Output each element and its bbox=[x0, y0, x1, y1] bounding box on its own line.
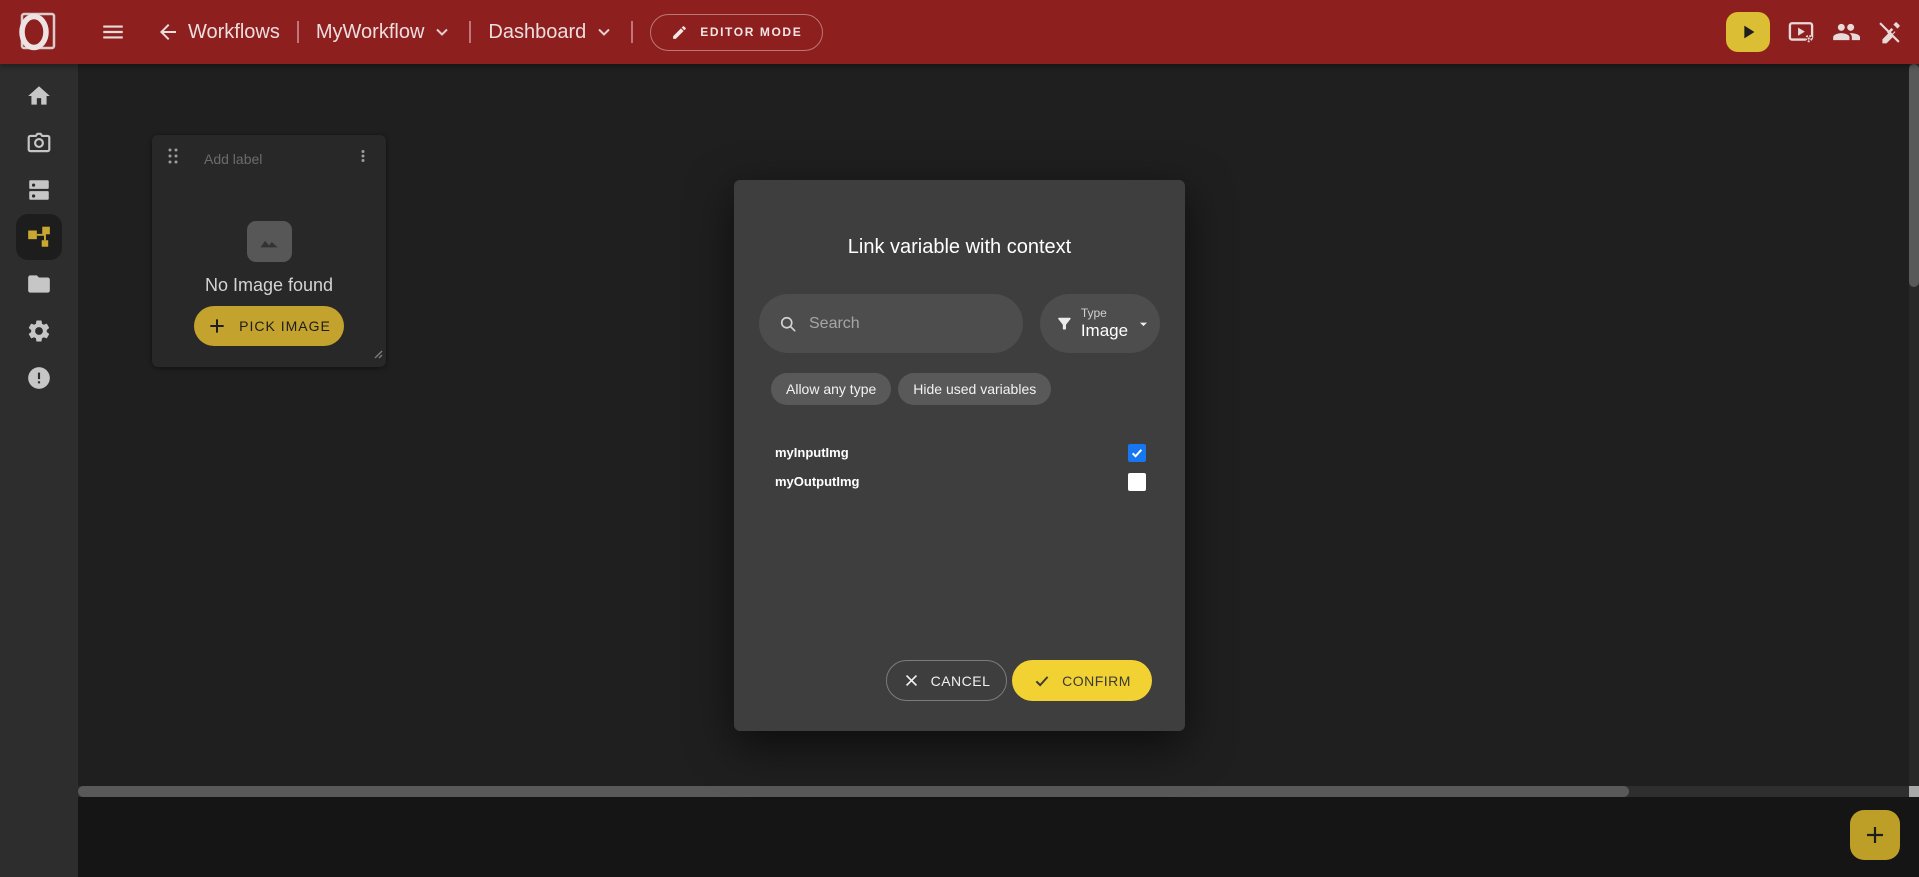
chip-allow-any-type[interactable]: Allow any type bbox=[771, 373, 891, 405]
sidebar-item-camera[interactable] bbox=[0, 119, 78, 166]
check-icon bbox=[1033, 672, 1051, 690]
sidebar-item-list[interactable] bbox=[0, 166, 78, 213]
widget-card-header: Add label bbox=[152, 135, 386, 170]
resize-handle[interactable] bbox=[371, 346, 383, 364]
type-filter-value: Image bbox=[1081, 321, 1128, 341]
chevron-down-icon bbox=[432, 22, 452, 42]
sidebar-item-errors[interactable] bbox=[0, 354, 78, 401]
users-icon bbox=[1832, 18, 1860, 46]
bottom-panel bbox=[78, 797, 1919, 877]
vertical-scrollbar-thumb[interactable] bbox=[1909, 64, 1919, 287]
search-input[interactable] bbox=[809, 315, 999, 333]
home-icon bbox=[26, 83, 52, 109]
workflow-name-dropdown[interactable]: MyWorkflow bbox=[316, 21, 453, 44]
cancel-label: CANCEL bbox=[931, 673, 991, 689]
back-arrow-icon bbox=[156, 20, 180, 44]
variable-row[interactable]: myOutputImg bbox=[775, 467, 1146, 496]
check-icon bbox=[1130, 446, 1144, 460]
link-variable-modal: Link variable with context Type Image bbox=[734, 180, 1185, 731]
variable-list: myInputImg myOutputImg bbox=[775, 438, 1146, 496]
confirm-button[interactable]: CONFIRM bbox=[1012, 660, 1152, 701]
kebab-menu-icon[interactable] bbox=[354, 147, 372, 170]
video-settings-icon bbox=[1787, 18, 1815, 46]
settings-gear-icon bbox=[26, 318, 52, 344]
type-filter-label: Type bbox=[1081, 306, 1128, 320]
cancel-button[interactable]: CANCEL bbox=[886, 660, 1007, 701]
filter-chips: Allow any type Hide used variables bbox=[771, 373, 1051, 405]
editor-mode-button[interactable]: EDITOR MODE bbox=[650, 14, 823, 51]
no-image-text: No Image found bbox=[205, 275, 333, 296]
drag-handle-icon[interactable] bbox=[164, 147, 182, 170]
modal-filter-row: Type Image bbox=[759, 294, 1160, 353]
back-nav[interactable]: Workflows bbox=[156, 20, 280, 44]
app-window: Workflows MyWorkflow Dashboard bbox=[0, 0, 1919, 877]
pick-image-label: PICK IMAGE bbox=[239, 318, 331, 334]
image-widget-card: Add label No Image found PICK IMAGE bbox=[152, 135, 386, 367]
edit-off-icon bbox=[1877, 19, 1903, 45]
image-placeholder-icon bbox=[247, 221, 292, 262]
horizontal-scrollbar bbox=[78, 786, 1919, 797]
dashboard-dropdown[interactable]: Dashboard bbox=[488, 21, 614, 44]
play-icon bbox=[1737, 21, 1759, 43]
close-icon bbox=[903, 672, 920, 689]
widget-empty-state: No Image found PICK IMAGE bbox=[152, 221, 386, 346]
confirm-label: CONFIRM bbox=[1062, 673, 1131, 689]
app-logo-icon bbox=[12, 9, 56, 55]
nav-divider bbox=[297, 21, 299, 43]
error-icon bbox=[26, 365, 52, 391]
edit-off-button[interactable] bbox=[1877, 19, 1903, 45]
left-sidebar bbox=[0, 64, 78, 877]
camera-icon bbox=[26, 130, 52, 156]
variable-checkbox[interactable] bbox=[1128, 473, 1146, 491]
top-bar: Workflows MyWorkflow Dashboard bbox=[0, 0, 1919, 64]
topbar-actions bbox=[1726, 12, 1919, 52]
search-field bbox=[759, 294, 1023, 353]
filter-icon bbox=[1055, 314, 1074, 334]
plus-icon bbox=[1863, 823, 1887, 847]
users-button[interactable] bbox=[1832, 18, 1860, 46]
dashboard-label: Dashboard bbox=[488, 21, 586, 44]
editor-mode-label: EDITOR MODE bbox=[700, 25, 802, 39]
dns-list-icon bbox=[26, 177, 52, 203]
pick-image-button[interactable]: PICK IMAGE bbox=[194, 306, 344, 346]
chip-hide-used-variables[interactable]: Hide used variables bbox=[898, 373, 1051, 405]
workflow-name-label: MyWorkflow bbox=[316, 21, 425, 44]
sidebar-item-workflow[interactable] bbox=[0, 213, 78, 260]
run-button[interactable] bbox=[1726, 12, 1770, 52]
nav-divider bbox=[469, 21, 471, 43]
workflows-link[interactable]: Workflows bbox=[188, 21, 280, 44]
pencil-icon bbox=[671, 24, 688, 41]
sidebar-item-settings[interactable] bbox=[0, 307, 78, 354]
workflow-schema-icon bbox=[26, 224, 52, 250]
chevron-down-icon bbox=[1135, 315, 1152, 333]
variable-row[interactable]: myInputImg bbox=[775, 438, 1146, 467]
plus-icon bbox=[207, 316, 227, 336]
sidebar-item-home[interactable] bbox=[0, 72, 78, 119]
vertical-scrollbar bbox=[1909, 64, 1919, 786]
chevron-down-icon bbox=[594, 22, 614, 42]
horizontal-scrollbar-thumb[interactable] bbox=[78, 786, 1629, 797]
type-filter-dropdown[interactable]: Type Image bbox=[1040, 294, 1160, 353]
variable-checkbox[interactable] bbox=[1128, 444, 1146, 462]
scrollbar-corner bbox=[1909, 786, 1919, 797]
modal-actions: CANCEL CONFIRM bbox=[886, 660, 1152, 701]
modal-title: Link variable with context bbox=[734, 236, 1185, 259]
nav-divider bbox=[631, 21, 633, 43]
folder-icon bbox=[26, 271, 52, 297]
breadcrumb: Workflows MyWorkflow Dashboard bbox=[156, 14, 823, 51]
menu-icon[interactable] bbox=[100, 19, 126, 45]
add-widget-fab-button[interactable] bbox=[1850, 810, 1900, 860]
widget-label-field[interactable]: Add label bbox=[204, 151, 354, 167]
variable-name: myInputImg bbox=[775, 445, 849, 460]
search-icon bbox=[778, 314, 798, 334]
sidebar-item-files[interactable] bbox=[0, 260, 78, 307]
video-settings-button[interactable] bbox=[1787, 18, 1815, 46]
variable-name: myOutputImg bbox=[775, 474, 860, 489]
